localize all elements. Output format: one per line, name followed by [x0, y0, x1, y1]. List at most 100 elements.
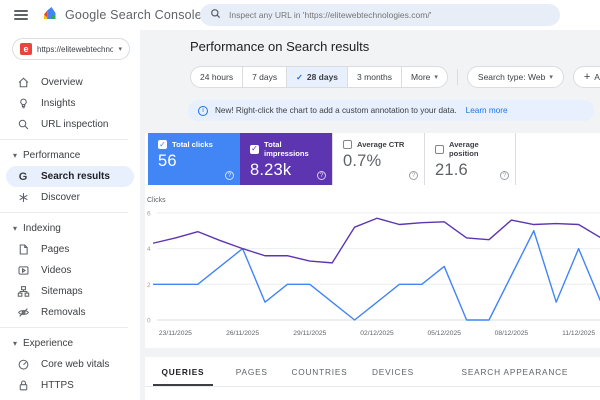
- google-g-icon: G: [18, 170, 28, 183]
- sidebar-item-sitemaps[interactable]: Sitemaps: [0, 281, 140, 302]
- sidebar-section-experience[interactable]: ▾ Experience: [0, 332, 140, 354]
- metric-value: 0.7%: [343, 152, 382, 170]
- url-inspect-input[interactable]: [229, 10, 550, 20]
- discover-asterisk-icon: [16, 191, 30, 205]
- learn-more-link[interactable]: Learn more: [466, 106, 508, 115]
- performance-chart: 0 2 4 6 Clicks 23/11/2025 26/11/2025 29/11/2025…: [145, 195, 600, 345]
- add-filter-button[interactable]: + Add filter: [572, 66, 600, 88]
- chevron-down-icon: ▾: [13, 223, 18, 233]
- sidebar-item-label: URL inspection: [41, 119, 109, 130]
- sidebar: e https://elitewebtechnoL.. ▾ Overview I…: [0, 30, 140, 400]
- sidebar-item-label: Insights: [41, 98, 76, 109]
- sidebar-divider: [0, 212, 128, 213]
- chevron-down-icon: ▾: [13, 150, 18, 160]
- plus-icon: +: [583, 71, 591, 83]
- app-title: Google Search Console: [65, 8, 202, 22]
- dimension-tabs: QUERIES PAGES COUNTRIES DEVICES SEARCH A…: [145, 357, 600, 387]
- sidebar-item-https[interactable]: HTTPS: [0, 375, 140, 396]
- property-favicon: e: [20, 43, 32, 55]
- property-label: https://elitewebtechnoL..: [37, 44, 114, 54]
- caret-down-icon: ▾: [118, 46, 122, 53]
- date-range-7-days[interactable]: 7 days: [243, 67, 288, 87]
- sidebar-divider: [0, 139, 128, 140]
- x-axis-tick-label: 26/11/2025: [226, 330, 259, 337]
- checkbox-checked-icon[interactable]: ✓: [250, 144, 259, 154]
- page-title: Performance on Search results: [190, 39, 370, 54]
- filter-bar: 24 hours 7 days ✓ 28 days 3 months More …: [190, 66, 600, 88]
- help-icon[interactable]: ?: [500, 171, 509, 180]
- checkbox-unchecked-icon[interactable]: [435, 144, 444, 154]
- sidebar-section-performance[interactable]: ▾ Performance: [0, 144, 140, 166]
- annotation-banner: i New! Right-click the chart to add a cu…: [188, 100, 594, 121]
- tab-pages[interactable]: PAGES: [221, 357, 283, 386]
- tab-countries[interactable]: COUNTRIES: [283, 357, 357, 386]
- y-axis-tick-label: 2: [147, 282, 151, 289]
- sidebar-item-label: HTTPS: [41, 380, 74, 391]
- sidebar-item-overview[interactable]: Overview: [0, 72, 140, 93]
- sidebar-item-videos[interactable]: Videos: [0, 260, 140, 281]
- x-axis-tick-label: 11/12/2025: [562, 330, 595, 337]
- sidebar-item-search-results[interactable]: G Search results: [6, 166, 134, 187]
- sidebar-section-indexing[interactable]: ▾ Indexing: [0, 217, 140, 239]
- search-type-filter[interactable]: Search type: Web ▾: [466, 66, 564, 88]
- video-icon: [16, 264, 30, 278]
- date-range-28-days[interactable]: ✓ 28 days: [287, 67, 349, 87]
- sidebar-item-insights[interactable]: Insights: [0, 93, 140, 114]
- tab-devices[interactable]: DEVICES: [356, 357, 430, 386]
- sidebar-item-url-inspection[interactable]: URL inspection: [0, 114, 140, 135]
- help-icon[interactable]: ?: [409, 171, 418, 180]
- help-icon[interactable]: ?: [225, 171, 234, 180]
- lock-icon: [16, 379, 30, 393]
- metric-card-total-impressions[interactable]: ✓ Total impressions 8.23k ?: [240, 133, 332, 185]
- sidebar-item-pages[interactable]: Pages: [0, 239, 140, 260]
- banner-text: New! Right-click the chart to add a cust…: [215, 106, 457, 115]
- x-axis-tick-label: 29/11/2025: [293, 330, 326, 337]
- series-line: [152, 217, 600, 264]
- x-axis-tick-label: 23/11/2025: [159, 330, 192, 337]
- series-line: [153, 230, 600, 321]
- metric-card-average-position[interactable]: Average position 21.6 ?: [424, 133, 516, 185]
- sidebar-item-label: Search results: [41, 171, 110, 182]
- sidebar-divider: [0, 327, 128, 328]
- magnifier-icon: [16, 118, 30, 132]
- gauge-icon: [16, 358, 30, 372]
- checkbox-checked-icon[interactable]: ✓: [158, 140, 167, 149]
- sidebar-item-label: Pages: [41, 244, 70, 255]
- chevron-down-icon: ▾: [13, 338, 18, 348]
- sidebar-item-label: Sitemaps: [41, 286, 83, 297]
- date-range-more[interactable]: More ▾: [402, 67, 447, 87]
- sidebar-section-label: Experience: [23, 337, 74, 349]
- sidebar-item-core-web-vitals[interactable]: Core web vitals: [0, 354, 140, 375]
- help-icon[interactable]: ?: [317, 171, 326, 180]
- metric-value: 56: [158, 152, 177, 170]
- sidebar-section-label: Indexing: [23, 222, 61, 234]
- tab-queries[interactable]: QUERIES: [145, 357, 221, 386]
- sidebar-item-label: Videos: [41, 265, 72, 276]
- caret-down-icon: ▾: [434, 74, 438, 81]
- date-range-24-hours[interactable]: 24 hours: [191, 67, 244, 87]
- main-content: Performance on Search results 24 hours 7…: [140, 30, 600, 400]
- metric-card-total-clicks[interactable]: ✓ Total clicks 56 ?: [148, 133, 240, 185]
- metric-value: 8.23k: [250, 161, 292, 179]
- search-icon: [210, 6, 221, 24]
- tab-search-appearance[interactable]: SEARCH APPEARANCE: [430, 357, 600, 386]
- y-axis-tick-label: 4: [147, 246, 151, 253]
- hamburger-menu-icon[interactable]: [14, 10, 28, 20]
- y-axis-tick-label: 6: [147, 210, 151, 217]
- lightbulb-icon: [16, 97, 30, 111]
- url-inspection-bar[interactable]: [200, 4, 560, 26]
- metric-value: 21.6: [435, 161, 468, 179]
- sidebar-item-label: Discover: [41, 192, 80, 203]
- checkbox-unchecked-icon[interactable]: [343, 140, 352, 149]
- dimensions-table-card: QUERIES PAGES COUNTRIES DEVICES SEARCH A…: [145, 357, 600, 400]
- sitemap-icon: [16, 285, 30, 299]
- date-range-control: 24 hours 7 days ✓ 28 days 3 months More …: [190, 66, 448, 88]
- date-range-3-months[interactable]: 3 months: [348, 67, 403, 87]
- caret-down-icon: ▾: [549, 74, 553, 81]
- pages-icon: [16, 243, 30, 257]
- metric-card-average-ctr[interactable]: Average CTR 0.7% ?: [332, 133, 424, 185]
- property-selector[interactable]: e https://elitewebtechnoL.. ▾: [12, 38, 130, 60]
- sidebar-item-label: Overview: [41, 77, 83, 88]
- sidebar-item-discover[interactable]: Discover: [0, 187, 140, 208]
- sidebar-item-removals[interactable]: Removals: [0, 302, 140, 323]
